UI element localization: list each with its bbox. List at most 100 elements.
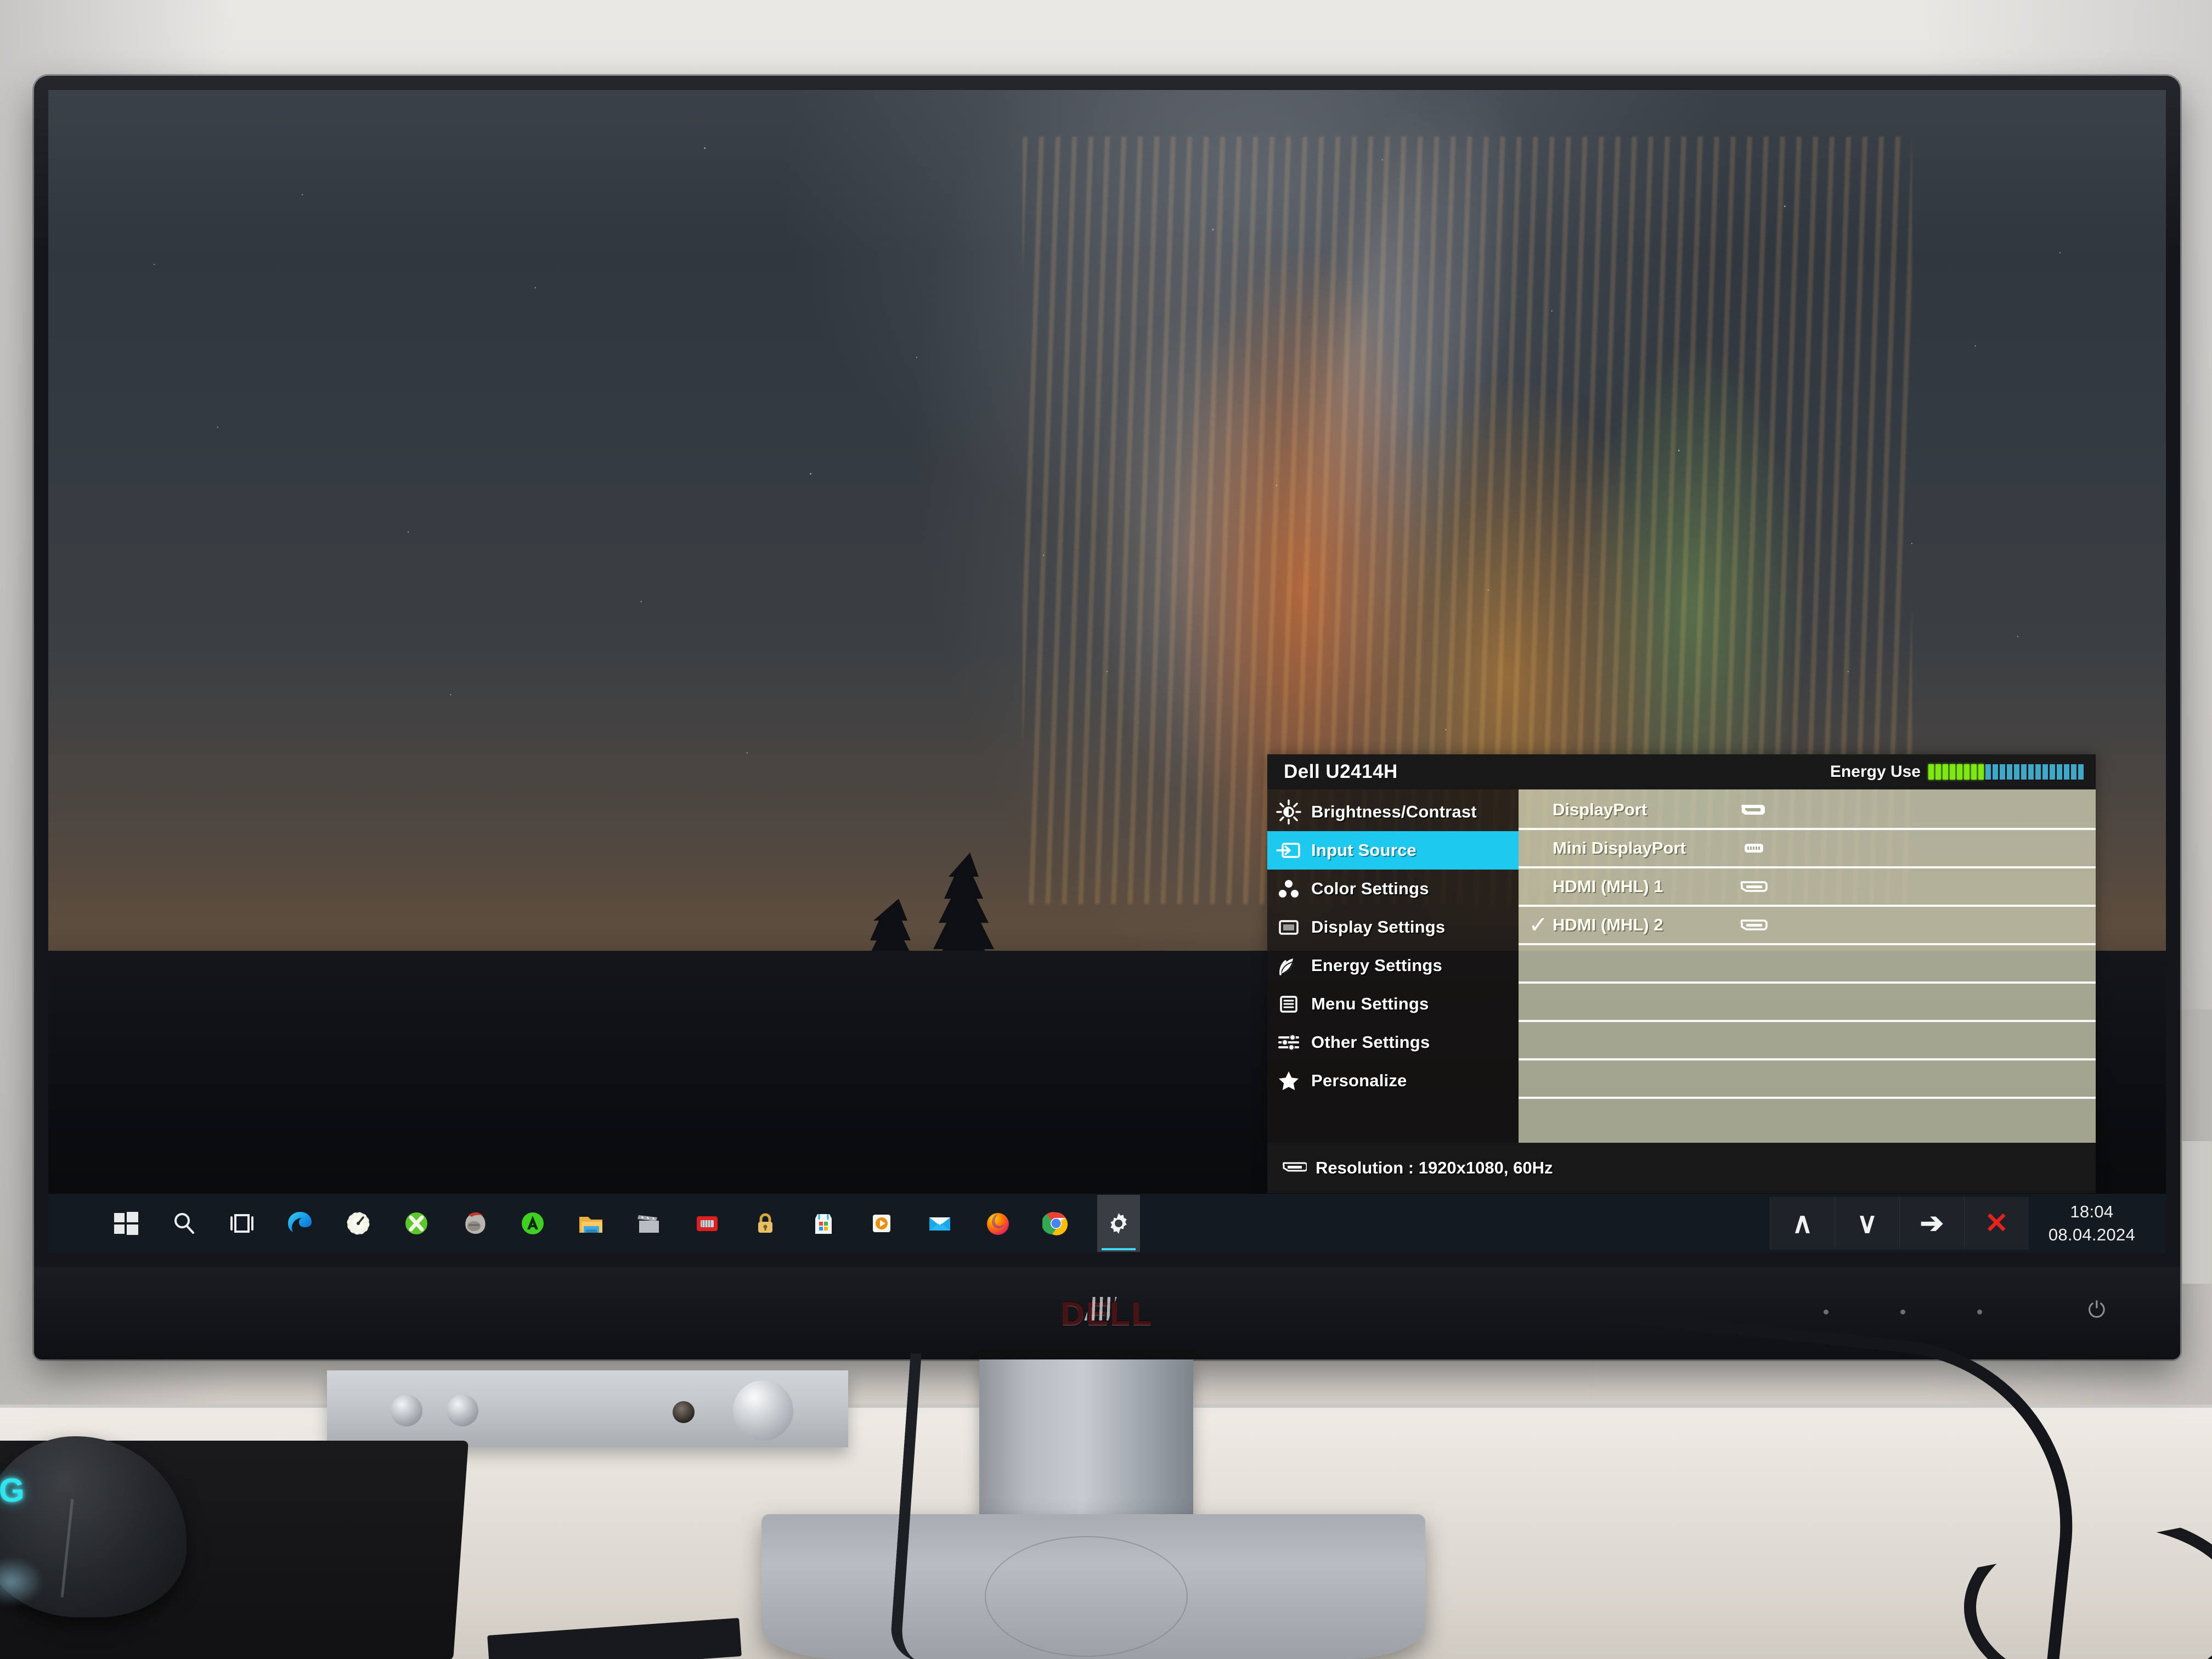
osd-nav-item-label: Menu Settings — [1311, 994, 1429, 1013]
amp-knob-mid[interactable] — [447, 1395, 478, 1426]
osd-nav-item-label: Other Settings — [1311, 1032, 1430, 1052]
osd-down-button[interactable]: ∨ — [1834, 1197, 1899, 1250]
chrome-icon — [1042, 1210, 1070, 1237]
osd-input-source-panel[interactable]: DisplayPort Mini DisplayPort HDMI (MHL) … — [1519, 789, 2096, 1143]
taskbar-icons[interactable] — [48, 1194, 1140, 1253]
osd-nav-item-energy-settings[interactable]: Energy Settings — [1267, 946, 1519, 985]
osd-nav-item-label: Energy Settings — [1311, 956, 1442, 975]
clock-time: 18:04 — [2070, 1202, 2114, 1222]
taskbar-right[interactable]: ∧ ∨ ➔ ✕ 18:04 08.04.2024 — [1769, 1194, 2166, 1253]
energy-bar — [2028, 764, 2034, 780]
firefox-icon — [984, 1210, 1012, 1237]
media-player-button[interactable] — [865, 1206, 899, 1240]
energy-bar — [2057, 764, 2062, 780]
chrome-button[interactable] — [1039, 1206, 1073, 1240]
osd-source-row-displayport[interactable]: DisplayPort — [1519, 792, 2096, 830]
amp-knob-left[interactable] — [391, 1395, 422, 1426]
mail-button[interactable] — [923, 1206, 957, 1240]
energy-bar — [2050, 764, 2055, 780]
osd-nav-item-color-settings[interactable]: Color Settings — [1267, 870, 1519, 908]
osd-nav-item-other-settings[interactable]: Other Settings — [1267, 1023, 1519, 1062]
amp-volume-knob[interactable] — [733, 1380, 793, 1441]
energy-use-gauge: Energy Use — [1830, 763, 2084, 781]
energy-bar — [1993, 764, 1998, 780]
osd-source-label: HDMI (MHL) 1 — [1553, 877, 1663, 896]
osd-exit-button[interactable]: ✕ — [1963, 1197, 2029, 1250]
logitech-g-logo: G — [0, 1472, 25, 1509]
energy-bar — [1943, 764, 1948, 780]
monitor-osd-menu[interactable]: Dell U2414H Energy Use Brightness/Contra… — [1267, 754, 2096, 1193]
osd-nav-item-label: Brightness/Contrast — [1311, 802, 1477, 821]
windows-taskbar[interactable]: ∧ ∨ ➔ ✕ 18:04 08.04.2024 — [48, 1194, 2166, 1253]
osd-body: Brightness/Contrast Input Source Color S… — [1267, 789, 2096, 1143]
osd-source-label: HDMI (MHL) 2 — [1553, 915, 1663, 934]
osd-nav-list[interactable]: Brightness/Contrast Input Source Color S… — [1267, 789, 1519, 1143]
gear-icon — [1105, 1210, 1132, 1237]
osd-nav-item-label: Input Source — [1311, 840, 1417, 860]
osd-enter-button[interactable]: ➔ — [1899, 1197, 1964, 1250]
mouse-button-seam — [60, 1499, 74, 1598]
osd-nav-item-input-source[interactable]: Input Source — [1267, 831, 1519, 870]
file-explorer-button[interactable] — [574, 1206, 608, 1240]
osd-source-row-mini-displayport[interactable]: Mini DisplayPort — [1519, 830, 2096, 868]
displayport-icon — [1739, 800, 1769, 819]
bezel-button-3[interactable] — [1977, 1310, 1982, 1314]
energy-bar — [1936, 764, 1941, 780]
game-app-button[interactable] — [516, 1206, 550, 1240]
energy-bar — [2000, 764, 2005, 780]
search-button[interactable] — [167, 1206, 201, 1240]
energy-bar — [1957, 764, 1962, 780]
osd-nav-item-personalize[interactable]: Personalize — [1267, 1062, 1519, 1100]
task-view-button[interactable] — [225, 1206, 259, 1240]
osd-nav-item-brightness-contrast[interactable]: Brightness/Contrast — [1267, 793, 1519, 831]
no-icon — [1739, 992, 1769, 1011]
edge-button[interactable] — [283, 1206, 317, 1240]
energy-bar — [2021, 764, 2027, 780]
menu-settings-icon — [1276, 991, 1301, 1017]
energy-bar — [2042, 764, 2048, 780]
monitor-stand-base-circle — [985, 1536, 1188, 1657]
osd-source-row-hdmi-mhl-1[interactable]: HDMI (MHL) 1 — [1519, 868, 2096, 907]
monitor-screen: Dell U2414H Energy Use Brightness/Contra… — [48, 90, 2166, 1253]
energy-use-label: Energy Use — [1830, 763, 1921, 781]
osd-nav-item-menu-settings[interactable]: Menu Settings — [1267, 985, 1519, 1023]
gamepad-icon — [519, 1210, 546, 1237]
osd-header: Dell U2414H Energy Use — [1267, 754, 2096, 789]
osd-footer: Resolution : 1920x1080, 60Hz — [1267, 1143, 2096, 1193]
recorder-button[interactable] — [690, 1206, 724, 1240]
settings-button[interactable] — [1097, 1195, 1140, 1252]
folder-icon — [577, 1210, 605, 1237]
osd-nav-item-label: Display Settings — [1311, 917, 1446, 936]
osd-nav-item-display-settings[interactable]: Display Settings — [1267, 908, 1519, 946]
brightness-icon — [1276, 799, 1301, 825]
video-editor-button[interactable] — [632, 1206, 666, 1240]
clock-date: 08.04.2024 — [2048, 1225, 2135, 1244]
microsoft-store-button[interactable] — [806, 1206, 840, 1240]
osd-source-row-hdmi-mhl-2[interactable]: ✓ HDMI (MHL) 2 — [1519, 907, 2096, 945]
mini-displayport-icon — [1739, 839, 1769, 857]
osd-up-button[interactable]: ∧ — [1769, 1197, 1835, 1250]
xsplit-button[interactable] — [399, 1206, 433, 1240]
firefox-button[interactable] — [981, 1206, 1015, 1240]
hdmi-icon — [1739, 916, 1769, 934]
edge-icon — [286, 1210, 314, 1237]
bezel-button-2[interactable] — [1900, 1310, 1905, 1314]
start-button[interactable] — [109, 1206, 143, 1240]
energy-bar — [1950, 764, 1955, 780]
taskbar-clock[interactable]: 18:04 08.04.2024 — [2029, 1200, 2149, 1246]
speedtest-button[interactable] — [341, 1206, 375, 1240]
energy-bar — [2035, 764, 2041, 780]
osd-source-row-empty — [1519, 1060, 2096, 1099]
color-settings-icon — [1276, 876, 1301, 901]
store-bag-icon — [810, 1210, 837, 1237]
power-icon[interactable]: ⏻ — [2088, 1299, 2110, 1321]
keepass-button[interactable] — [748, 1206, 782, 1240]
dell-monitor: Dell U2414H Energy Use Brightness/Contra… — [34, 76, 2180, 1359]
search-icon — [170, 1210, 198, 1237]
energy-settings-icon — [1276, 953, 1301, 978]
audio-tool-button[interactable] — [458, 1206, 492, 1240]
energy-bar — [1978, 764, 1984, 780]
osd-control-buttons[interactable]: ∧ ∨ ➔ ✕ — [1769, 1197, 2029, 1250]
bezel-button-1[interactable] — [1824, 1310, 1829, 1314]
osd-source-label: DisplayPort — [1553, 800, 1647, 819]
